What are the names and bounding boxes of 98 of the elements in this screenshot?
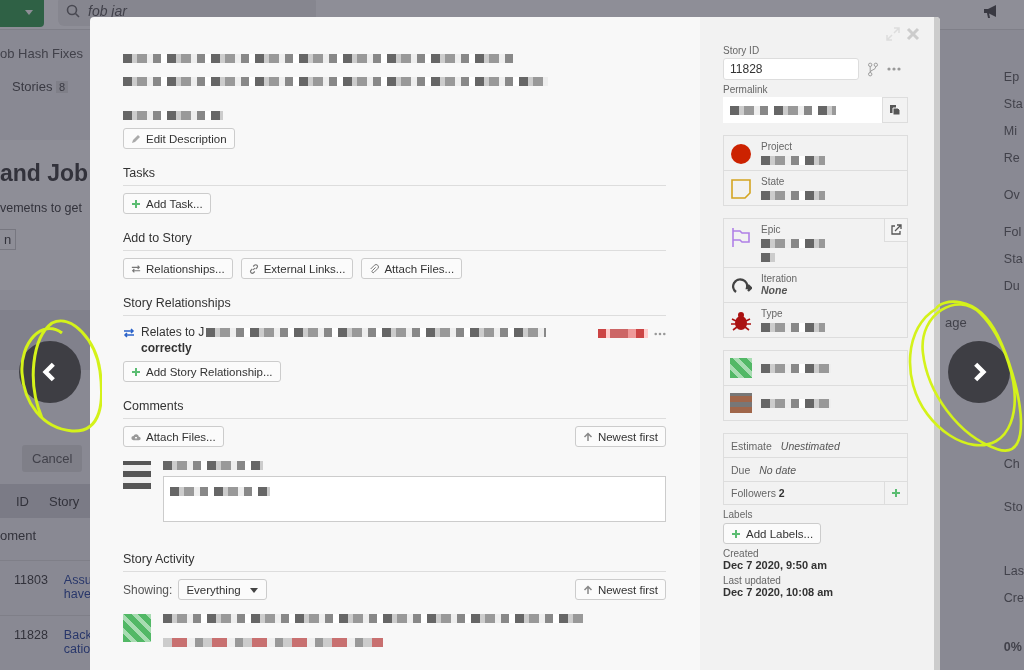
add-relationship-button[interactable]: Add Story Relationship... — [123, 361, 281, 382]
story-field[interactable]: Iteration None — [724, 267, 907, 302]
relationship-text[interactable]: Relates to J — [141, 325, 205, 339]
field-label: Sta — [1003, 252, 1024, 266]
flag-icon — [730, 226, 752, 248]
field-label: Story ID — [723, 45, 760, 56]
add-to-story-button[interactable]: Attach Files... — [361, 258, 463, 279]
avatar — [730, 393, 752, 413]
epic-description: vemetns to get — [0, 201, 82, 215]
section-heading: Add to Story — [123, 231, 192, 245]
add-to-story-button[interactable]: Relationships... — [123, 258, 233, 279]
more-icon[interactable] — [887, 67, 901, 71]
redacted-text — [761, 323, 825, 332]
plus-icon — [731, 528, 741, 539]
attach-files-button[interactable]: Attach Files... — [123, 426, 224, 447]
filter-label: Showing: — [123, 582, 173, 597]
plus-icon — [131, 366, 141, 377]
field-label: Ov — [1003, 188, 1021, 202]
field-label: Mi — [1003, 124, 1019, 138]
section-heading: Comments — [123, 399, 184, 413]
add-to-story-button[interactable]: External Links... — [240, 258, 354, 279]
followers-field[interactable]: Followers 2 — [731, 482, 785, 504]
search-icon — [66, 3, 80, 18]
sort-button[interactable]: Newest first — [574, 579, 666, 600]
copy-button[interactable] — [882, 97, 908, 123]
story-id: 11803 — [14, 573, 48, 589]
epic-title: and Job — [0, 160, 89, 187]
project-icon — [730, 143, 752, 165]
redacted-badge — [598, 329, 648, 338]
more-icon[interactable] — [654, 332, 666, 336]
arrow-up-icon — [582, 431, 593, 442]
avatar — [123, 461, 151, 489]
pencil-icon — [131, 133, 141, 144]
field-label: Cre — [1003, 591, 1024, 605]
edit-description-button[interactable]: Edit Description — [123, 128, 235, 149]
story-field[interactable]: Epic — [724, 219, 907, 267]
epic-button[interactable]: n — [0, 229, 17, 250]
plus-icon — [131, 198, 141, 209]
field-label: Iteration — [761, 273, 798, 284]
story-id: 11828 — [14, 628, 48, 644]
redacted-text — [761, 253, 775, 262]
field-value: None — [761, 284, 789, 296]
avatar — [123, 614, 151, 642]
story-field[interactable]: Project — [724, 136, 907, 170]
updated-date: Dec 7 2020, 10:08 am — [723, 586, 834, 598]
swap-arrows-icon — [131, 263, 141, 274]
swap-arrows-icon — [123, 328, 135, 338]
field-label: Las — [1003, 564, 1024, 578]
bug-icon — [730, 310, 752, 332]
field-label: Epic — [761, 224, 782, 235]
link-icon — [248, 263, 259, 274]
field-label: Du — [1003, 279, 1021, 293]
copy-icon — [889, 104, 901, 116]
section-heading: Story Relationships — [123, 296, 231, 310]
section-heading: Tasks — [123, 166, 155, 180]
add-task-button[interactable]: Add Task... — [123, 193, 211, 214]
external-link-icon — [890, 224, 902, 236]
group-label: oment — [0, 527, 38, 545]
relationship-text[interactable]: correctly — [141, 341, 547, 355]
redacted-text — [761, 363, 831, 373]
due-date-field[interactable]: Due No date — [724, 457, 907, 481]
field-label: Created — [723, 548, 759, 559]
field-label: age — [945, 315, 967, 330]
filter-dropdown[interactable]: Everything — [178, 579, 267, 600]
field-label: Type — [761, 308, 784, 319]
field-label: 0% — [1003, 640, 1023, 654]
field-label: Project — [761, 141, 794, 152]
cloud-upload-icon — [131, 431, 141, 442]
created-date: Dec 7 2020, 9:50 am — [723, 559, 827, 571]
section-heading: Story Activity — [123, 552, 195, 566]
redacted-text — [761, 156, 825, 165]
field-label: Sto — [1003, 500, 1024, 514]
field-label: Ch — [1003, 457, 1021, 471]
plus-icon — [891, 488, 901, 498]
branch-icon[interactable] — [867, 61, 879, 77]
sort-button[interactable]: Newest first — [574, 426, 666, 447]
add-labels-button[interactable]: Add Labels... — [723, 523, 822, 544]
estimate-field[interactable]: Estimate Unestimated — [724, 434, 907, 457]
redacted-text — [761, 239, 825, 248]
field-label: Sta — [1003, 97, 1024, 111]
avatar — [730, 358, 752, 378]
field-label: Ep — [1003, 70, 1021, 84]
field-label: Labels — [723, 509, 753, 520]
redacted-text — [761, 191, 825, 200]
story-id-field[interactable]: 11828 — [723, 58, 859, 80]
field-label: Fol — [1003, 225, 1023, 239]
field-label: Last updated — [723, 575, 781, 586]
open-epic-button[interactable] — [884, 218, 908, 242]
field-label: State — [761, 176, 786, 187]
field-label: Permalink — [723, 84, 768, 95]
sticky-note-icon — [730, 178, 752, 200]
permalink-field[interactable] — [723, 97, 908, 123]
arrow-up-icon — [582, 584, 593, 595]
paperclip-icon — [369, 263, 380, 274]
field-label: Re — [1003, 151, 1021, 165]
story-field[interactable]: Type — [724, 302, 907, 337]
redacted-text — [761, 398, 831, 408]
story-field[interactable]: State — [724, 170, 907, 205]
